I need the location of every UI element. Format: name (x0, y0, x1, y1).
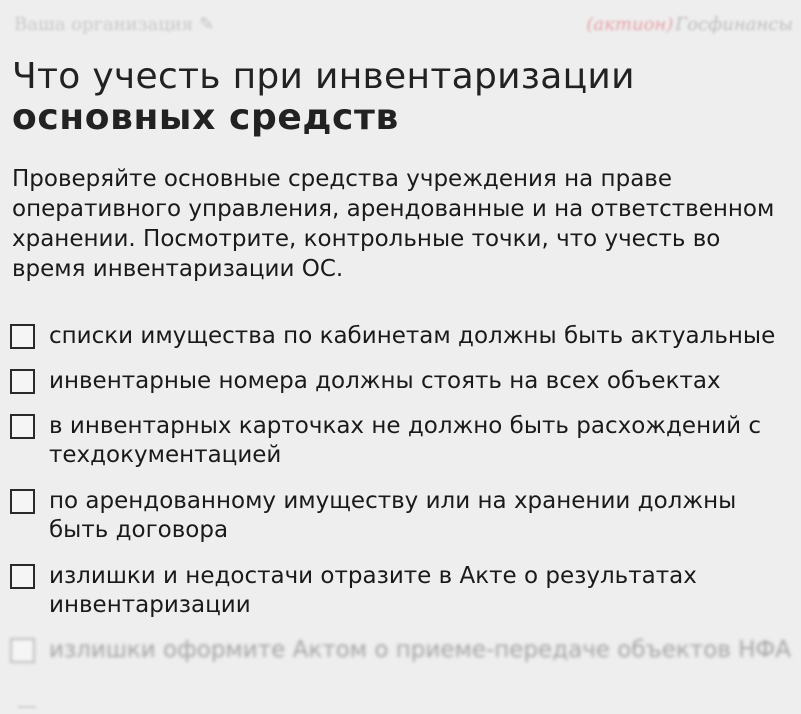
checkbox[interactable] (10, 369, 35, 394)
pencil-icon[interactable]: ✎ (199, 14, 214, 35)
checklist-item-label: списки имущества по кабинетам должны быт… (49, 323, 776, 349)
organization-name-placeholder: Ваша организация (14, 14, 194, 35)
checklist-item-label: инвентарные номера должны стоять на всех… (49, 368, 721, 394)
checkbox[interactable] (10, 414, 35, 439)
checklist-item-label: по арендованному имуществу или на хранен… (49, 488, 737, 543)
brand-logo-gosfinansy: Госфинансы (675, 14, 793, 35)
next-checkbox-edge (18, 706, 36, 714)
organization-name-field[interactable]: Ваша организация ✎ (14, 14, 214, 35)
page-title-line-2: основных средств (12, 97, 399, 138)
page-title: Что учесть при инвентаризации основных с… (12, 56, 792, 138)
checklist-item-label: в инвентарных карточках не должно быть р… (49, 413, 761, 468)
page-title-line-1: Что учесть при инвентаризации (12, 56, 635, 97)
checkbox[interactable] (10, 324, 35, 349)
checklist-item-label: излишки оформите Актом о приеме-передаче… (49, 637, 791, 663)
checklist-item-label: излишки и недостачи отразите в Акте о ре… (49, 563, 697, 618)
top-bar: Ваша организация ✎ (актион) Госфинансы (0, 0, 801, 50)
brand-logo: (актион) Госфинансы (586, 14, 793, 35)
brand-logo-aktion: (актион) (586, 14, 674, 35)
checkbox[interactable] (10, 638, 35, 663)
intro-paragraph: Проверяйте основные средства учреждения … (12, 166, 775, 282)
checkbox[interactable] (10, 564, 35, 589)
checkbox[interactable] (10, 489, 35, 514)
